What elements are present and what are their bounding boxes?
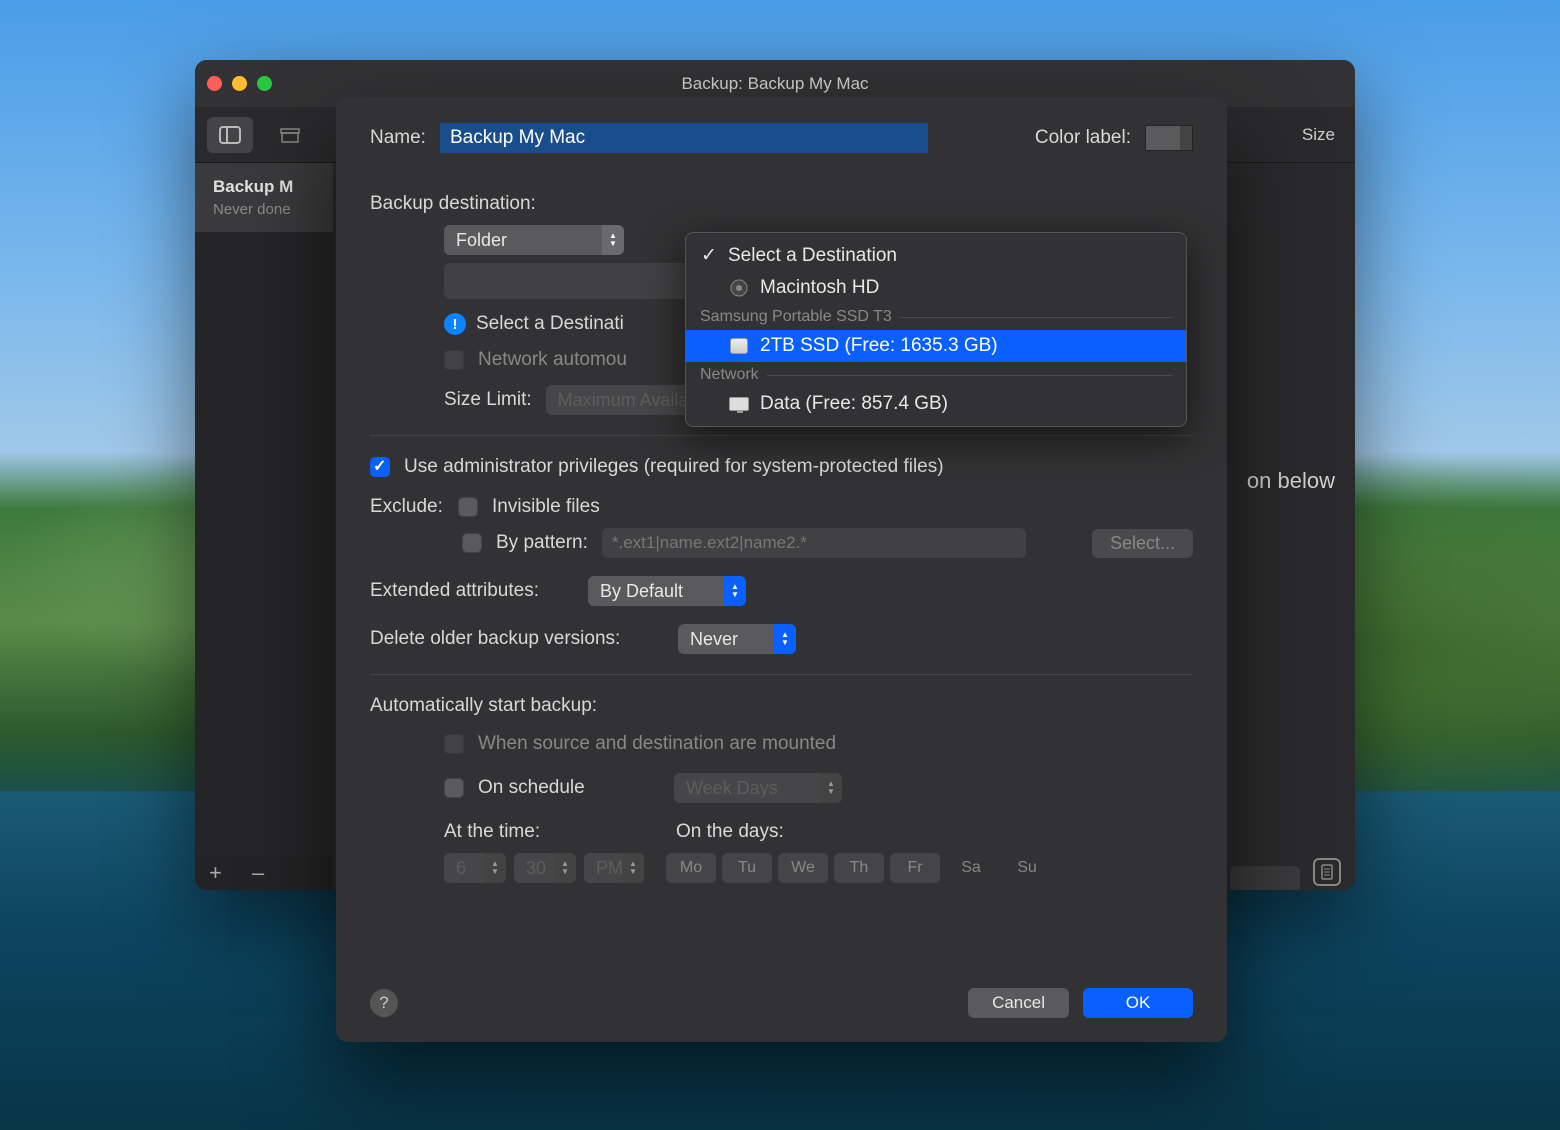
select-button[interactable]: Select... [1092,529,1193,558]
exclude-label: Exclude: [370,496,444,518]
destination-type-value: Folder [456,230,507,251]
day-selector: Mo Tu We Th Fr Sa Su [666,853,1052,883]
sidebar-detail-box [1230,866,1300,890]
by-pattern-label: By pattern: [496,532,588,554]
destination-type-popup[interactable]: Folder ▲▼ [444,225,624,255]
helper-text: on below [1247,468,1335,494]
dropdown-group-samsung: Samsung Portable SSD T3 [686,304,1186,330]
dropdown-item-macintosh-hd[interactable]: Macintosh HD [686,272,1186,304]
toolbar-archive-button[interactable] [267,117,313,153]
at-time-label: At the time: [444,821,662,843]
sidebar: Backup M Never done [195,163,333,890]
dropdown-header[interactable]: ✓ Select a Destination [686,239,1186,272]
dropdown-item-data[interactable]: Data (Free: 857.4 GB) [686,388,1186,420]
dropdown-group-network: Network [686,362,1186,388]
sidebar-item-title: Backup M [213,177,317,197]
schedule-type-popup[interactable]: Week Days ▲▼ [674,773,842,803]
remove-button[interactable]: – [252,862,264,884]
archive-icon [279,126,301,144]
destination-label: Backup destination: [370,193,1193,215]
name-input[interactable] [440,123,928,153]
day-mo[interactable]: Mo [666,853,716,883]
day-sa[interactable]: Sa [946,853,996,883]
check-icon: ✓ [700,244,718,267]
color-picker[interactable]: ▾ [1145,125,1193,151]
help-button[interactable]: ? [370,989,398,1017]
ok-button[interactable]: OK [1083,988,1193,1018]
auto-start-label: Automatically start backup: [370,695,1193,717]
ext-attr-popup[interactable]: By Default ▲▼ [588,576,746,606]
on-schedule-checkbox[interactable] [444,778,464,798]
sidebar-item-backup[interactable]: Backup M Never done [195,163,333,232]
day-tu[interactable]: Tu [722,853,772,883]
hdd-icon [728,279,750,297]
destination-dropdown: ✓ Select a Destination Macintosh HD Sams… [685,232,1187,427]
divider [370,435,1193,436]
admin-priv-checkbox[interactable] [370,457,390,477]
invisible-files-checkbox[interactable] [458,497,478,517]
admin-priv-label: Use administrator privileges (required f… [404,456,944,478]
when-mounted-checkbox[interactable] [444,734,464,754]
hour-stepper[interactable]: 6▲▼ [444,853,506,883]
add-button[interactable]: + [209,862,222,884]
pattern-input[interactable]: *.ext1|name.ext2|name2.* [602,528,1026,558]
delete-older-label: Delete older backup versions: [370,628,664,650]
disk-icon [728,337,750,355]
document-icon[interactable] [1313,858,1341,886]
dropdown-item-2tb-ssd[interactable]: 2TB SSD (Free: 1635.3 GB) [686,330,1186,362]
color-label: Color label: [1035,127,1131,149]
when-mounted-label: When source and destination are mounted [478,733,836,755]
destination-warning: Select a Destinati [476,313,624,335]
network-automount-label: Network automou [478,349,627,371]
ext-attr-label: Extended attributes: [370,580,574,602]
cancel-button[interactable]: Cancel [968,988,1069,1018]
size-column-header: Size [1302,125,1335,145]
by-pattern-checkbox[interactable] [462,533,482,553]
network-automount-checkbox[interactable] [444,350,464,370]
minute-stepper[interactable]: 30▲▼ [514,853,576,883]
on-schedule-label: On schedule [478,777,660,799]
sidebar-item-status: Never done [213,201,317,218]
info-icon: ! [444,313,466,335]
divider [370,674,1193,675]
name-label: Name: [370,127,426,149]
ampm-stepper[interactable]: PM▲▼ [584,853,644,883]
sidebar-icon [219,126,241,144]
day-fr[interactable]: Fr [890,853,940,883]
delete-older-popup[interactable]: Never ▲▼ [678,624,796,654]
window-title: Backup: Backup My Mac [195,74,1355,94]
toolbar-view-button[interactable] [207,117,253,153]
size-limit-label: Size Limit: [444,389,532,411]
sidebar-footer: + – [195,856,333,890]
day-th[interactable]: Th [834,853,884,883]
day-su[interactable]: Su [1002,853,1052,883]
on-days-label: On the days: [676,821,784,843]
monitor-icon [728,395,750,413]
invisible-files-label: Invisible files [492,496,600,518]
day-we[interactable]: We [778,853,828,883]
